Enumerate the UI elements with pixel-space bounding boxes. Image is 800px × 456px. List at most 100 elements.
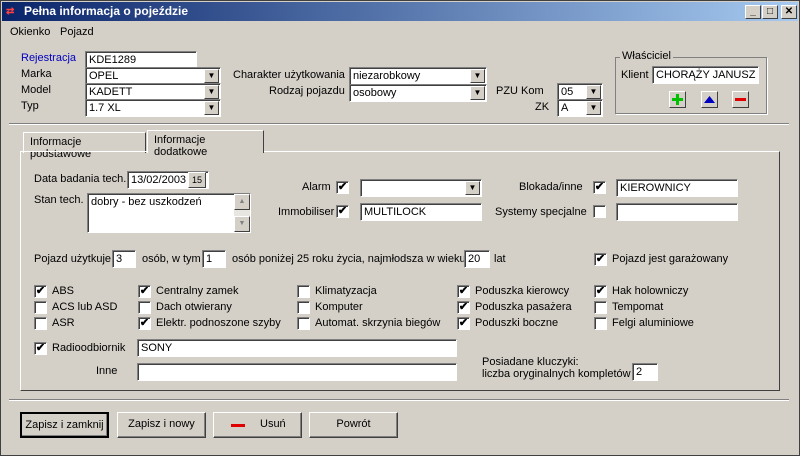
tab-informacje-podstawowe[interactable]: Informacje podstawowe [23,132,146,160]
blokada-checkbox[interactable]: ✔ [593,181,606,194]
centralny-zamek-label: Centralny zamek [156,285,239,297]
minus-icon [735,98,746,101]
chevron-down-icon[interactable]: ▼ [586,101,601,115]
rodzaj-label: Rodzaj pojazdu [269,85,345,97]
inne-label: Inne [96,365,118,377]
save-close-button[interactable]: Zapisz i zamknij [20,412,109,438]
zk-value: A [561,102,569,114]
komputer-label: Komputer [315,301,363,313]
asr-checkbox[interactable] [34,317,47,330]
keys-field[interactable]: 2 [632,363,658,381]
chevron-down-icon[interactable]: ▼ [586,85,601,99]
tab-informacje-dodatkowe[interactable]: Informacje dodatkowe [147,130,264,158]
szyby-checkbox[interactable]: ✔ [138,317,151,330]
owner-group-label: Właściciel [620,50,673,62]
typ-label: Typ [21,100,39,112]
add-owner-button[interactable] [669,91,686,108]
plus-icon [672,94,683,105]
maximize-button[interactable]: □ [762,5,778,19]
marka-value: OPEL [89,70,119,82]
data-badania-label: Data badania tech. [34,173,127,185]
calendar-icon: 15 [191,175,202,185]
chevron-down-icon[interactable]: ▼ [465,181,480,195]
centralny-zamek-checkbox[interactable]: ✔ [138,285,151,298]
immobiliser-field[interactable]: MULTILOCK [360,203,482,221]
radio-checkbox[interactable]: ✔ [34,342,47,355]
zk-combo[interactable]: A ▼ [557,99,603,117]
komputer-checkbox[interactable] [297,301,310,314]
save-new-button[interactable]: Zapisz i nowy [117,412,206,438]
poduszka-kierowcy-checkbox[interactable]: ✔ [457,285,470,298]
separator [9,399,789,401]
move-up-button[interactable] [701,91,718,108]
stan-label: Stan tech. [34,194,84,206]
blokada-label: Blokada/inne [519,181,583,193]
poduszki-boczne-label: Poduszki boczne [475,317,559,329]
rodzaj-combo[interactable]: osobowy ▼ [349,84,487,102]
stan-value: dobry - bez uszkodzeń [91,196,202,208]
chevron-down-icon[interactable]: ▼ [204,101,219,115]
rodzaj-value: osobowy [353,87,397,99]
menu-okienko[interactable]: Okienko [10,26,50,38]
radio-field[interactable]: SONY [137,339,457,357]
charakter-label: Charakter użytkowania [233,69,345,81]
back-button[interactable]: Powrót [309,412,398,438]
window-title: Pełna informacja o pojeździe [24,4,189,18]
title-bar[interactable]: ⇄ Pełna informacja o pojeździe _ □ ✕ [2,2,798,21]
chevron-down-icon[interactable]: ▼ [470,69,485,83]
usage-young-field[interactable]: 1 [202,250,226,268]
stan-field[interactable]: dobry - bez uszkodzeń [87,193,251,233]
scroll-down-icon[interactable]: ▼ [234,216,250,232]
systemy-label: Systemy specjalne [495,206,587,218]
garaz-checkbox[interactable]: ✔ [594,253,607,266]
model-value: KADETT [89,86,133,98]
alarm-combo[interactable]: ▼ [360,179,482,197]
chevron-down-icon[interactable]: ▼ [470,86,485,100]
klient-field[interactable]: CHORĄŻY JANUSZ [652,66,759,84]
garaz-label: Pojazd jest garażowany [612,253,729,265]
acs-label: ACS lub ASD [52,301,118,313]
chevron-down-icon[interactable]: ▼ [204,85,219,99]
klimatyzacja-checkbox[interactable] [297,285,310,298]
abs-checkbox[interactable]: ✔ [34,285,47,298]
automat-label: Automat. skrzynia biegów [315,317,441,329]
dach-checkbox[interactable] [138,301,151,314]
rejestracja-label: Rejestracja [21,52,77,64]
tempomat-checkbox[interactable] [594,301,607,314]
menu-pojazd[interactable]: Pojazd [60,26,94,38]
automat-checkbox[interactable] [297,317,310,330]
poduszki-boczne-checkbox[interactable]: ✔ [457,317,470,330]
scroll-up-icon[interactable]: ▲ [234,194,250,210]
marka-label: Marka [21,68,52,80]
asr-label: ASR [52,317,75,329]
typ-combo[interactable]: 1.7 XL ▼ [85,99,221,117]
menu-bar: Okienko Pojazd [2,22,798,42]
szyby-label: Elektr. podnoszone szyby [156,317,281,329]
minus-icon [231,424,245,427]
blokada-field[interactable]: KIEROWNICY [616,179,738,197]
usage-text-1: Pojazd użytkuje [34,253,112,265]
usage-count-field[interactable]: 3 [112,250,136,268]
app-icon: ⇄ [6,6,15,17]
close-button[interactable]: ✕ [781,5,797,19]
alarm-checkbox[interactable]: ✔ [336,181,349,194]
remove-owner-button[interactable] [732,91,749,108]
delete-button[interactable]: Usuń [213,412,302,438]
systemy-field[interactable] [616,203,738,221]
usage-text-3: osób poniżej 25 roku życia, najmłodsza w… [232,253,466,265]
acs-checkbox[interactable] [34,301,47,314]
usage-age-field[interactable]: 20 [464,250,490,268]
inne-field[interactable] [137,363,457,381]
immobiliser-checkbox[interactable]: ✔ [336,205,349,218]
zk-label: ZK [535,101,550,113]
keys-label-1: Posiadane kluczyki: [482,356,579,368]
minimize-button[interactable]: _ [745,5,761,19]
stan-scrollbar[interactable]: ▲ ▼ [234,194,250,232]
hak-checkbox[interactable]: ✔ [594,285,607,298]
calendar-button[interactable]: 15 [188,172,206,188]
poduszka-pasazera-checkbox[interactable]: ✔ [457,301,470,314]
systemy-checkbox[interactable] [593,205,606,218]
felgi-checkbox[interactable] [594,317,607,330]
charakter-combo[interactable]: niezarobkowy ▼ [349,67,487,85]
chevron-down-icon[interactable]: ▼ [204,69,219,83]
